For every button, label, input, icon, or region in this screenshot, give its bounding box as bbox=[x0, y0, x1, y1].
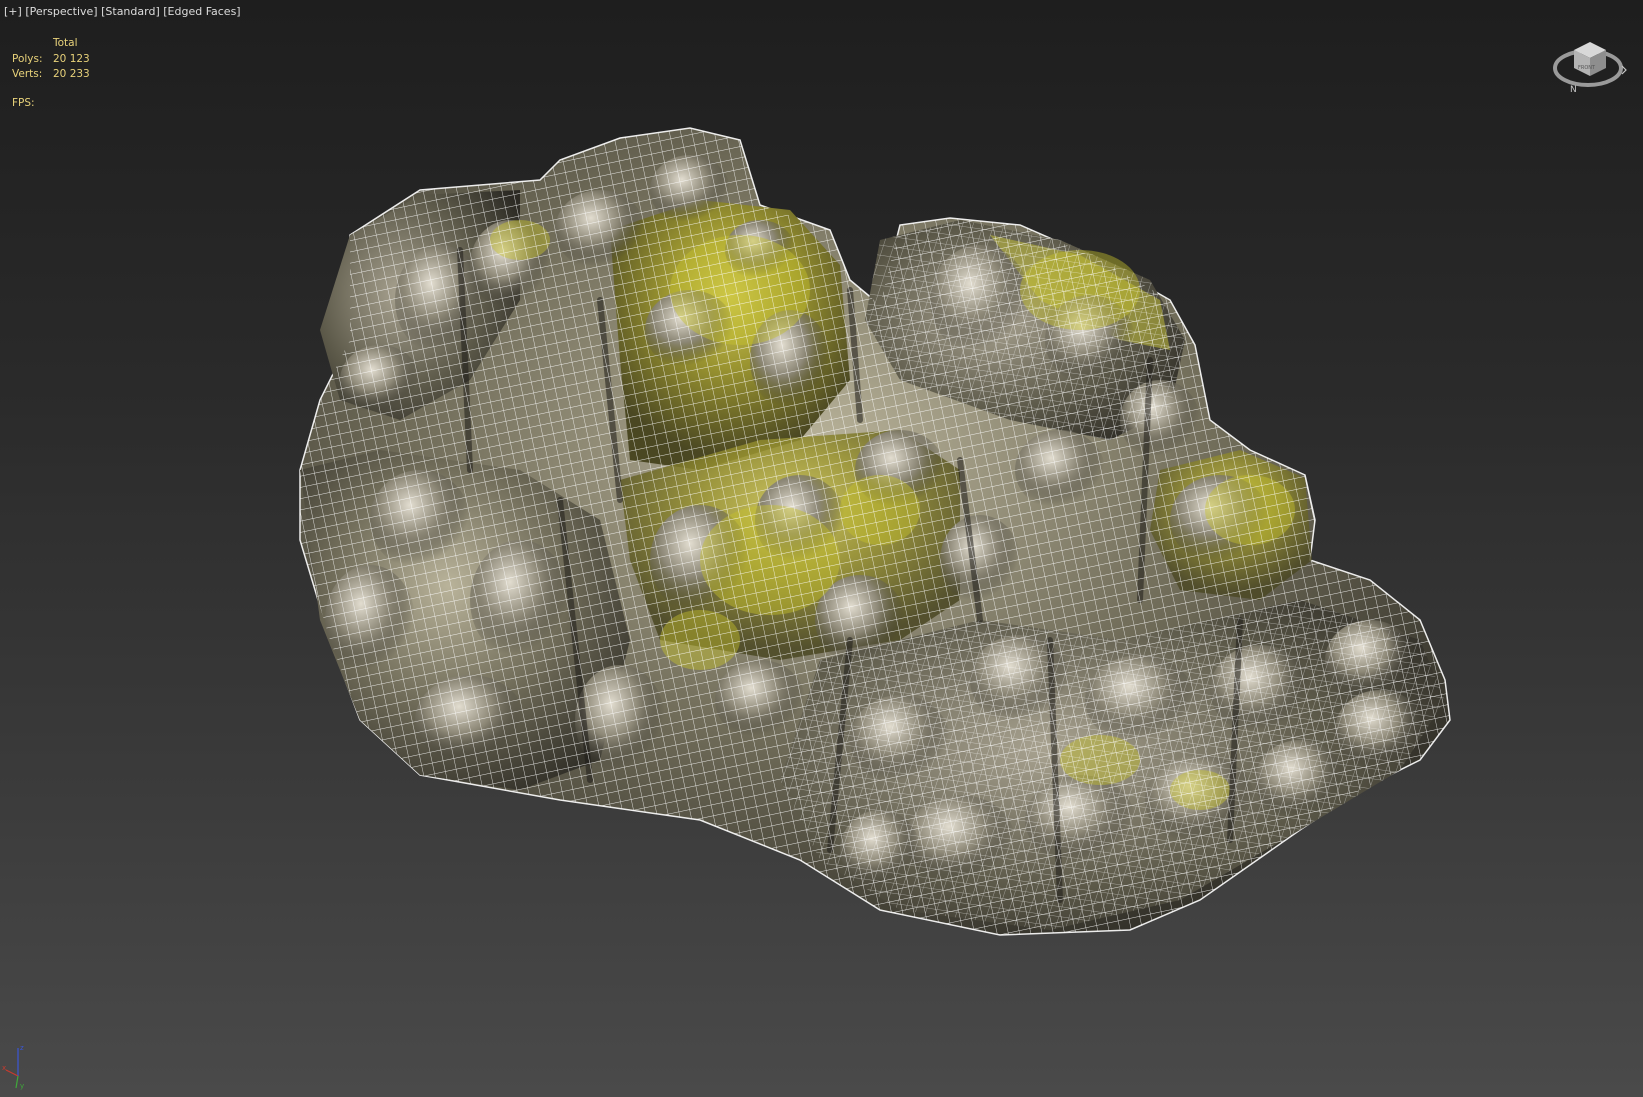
rock-mesh[interactable] bbox=[0, 0, 1643, 1097]
perspective-viewport[interactable]: [+] [Perspective] [Standard] [Edged Face… bbox=[0, 0, 1643, 1097]
x-axis-line bbox=[5, 1069, 19, 1077]
viewcube[interactable]: FRONT N bbox=[1550, 28, 1630, 98]
rock-mesh-shaded bbox=[299, 127, 1451, 936]
viewcube-face-label: FRONT bbox=[1578, 65, 1596, 71]
y-axis-line bbox=[15, 1075, 19, 1089]
z-axis-label: z bbox=[20, 1044, 24, 1052]
x-axis-label: x bbox=[2, 1064, 6, 1072]
axis-tripod: z x y bbox=[2, 1044, 24, 1090]
y-axis-label: y bbox=[20, 1082, 24, 1090]
viewcube-compass-n[interactable]: N bbox=[1570, 85, 1577, 95]
